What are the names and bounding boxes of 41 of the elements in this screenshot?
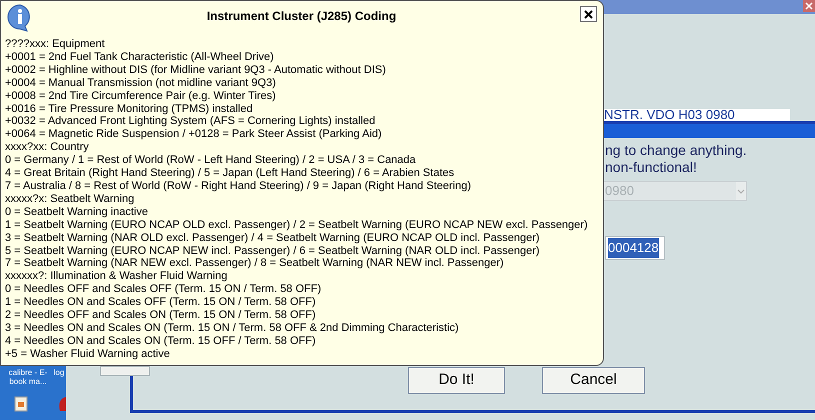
coding-line: +0002 = Highline without DIS (for Midline variant 9Q3 - Automatic without DIS) xyxy=(5,64,387,77)
window-panel xyxy=(100,366,150,376)
desktop-background xyxy=(0,366,66,420)
coding-line: 0 = Germany / 1 = Rest of World (RoW - Left Hand Steering) / 2 = USA / 3 = Canada xyxy=(5,154,417,168)
coding-line: 3 = Seatbelt Warning (NAR OLD excl. Passenger) / 4 = Seatbelt Warning (EURO NCAP OLD incl. Passenger) xyxy=(5,232,541,244)
coding-line: 4 = Great Britain (Right Hand Steering) / 5 = Japan (Left Hand Steering) / 6 = Arabien States xyxy=(5,167,456,180)
info-icon xyxy=(7,4,33,32)
coding-line: xxxxxx?: Illumination & Washer Fluid Warning xyxy=(5,270,228,284)
desktop-icon-label[interactable]: log xyxy=(52,368,66,386)
coding-line: +0001 = 2nd Fuel Tank Characteristic (All-Wheel Drive) xyxy=(5,50,275,64)
document-icon[interactable] xyxy=(14,396,28,412)
coding-line: +0032 = Advanced Front Lighting System (AFS = Cornering Lights) installed xyxy=(5,115,376,128)
coding-line: xxxxx?x: Seatbelt Warning xyxy=(5,192,136,206)
coding-line: 5 = Seatbelt Warning (EURO NCAP NEW incl. Passenger) / 6 = Seatbelt Warning (NAR OLD incl. Passenger) xyxy=(5,244,541,258)
coding-line: 7 = Seatbelt Warning (NAR NEW excl. Passenger) / 8 = Seatbelt Warning (NAR NEW incl. Passenger) xyxy=(5,257,505,270)
coding-line: 4 = Needles ON and Scales ON (Term. 15 OFF / Term. 58 OFF) xyxy=(5,334,317,348)
cancel-button[interactable]: Cancel xyxy=(542,367,645,394)
coding-line: +0064 = Magnetic Ride Suspension / +0128 = Park Steer Assist (Parking Aid) xyxy=(5,128,383,142)
coding-line: ????xxx: Equipment xyxy=(5,38,106,51)
close-icon xyxy=(584,10,593,18)
coding-line: 0 = Seatbelt Warning inactive xyxy=(5,206,149,219)
coding-field[interactable]: 0004128 xyxy=(605,236,665,260)
close-button[interactable] xyxy=(580,6,597,22)
do-it-button[interactable]: Do It! xyxy=(408,367,505,394)
chevron-down-icon xyxy=(736,182,746,200)
coding-line: 7 = Australia / 8 = Rest of World (RoW - Right Hand Steering) / 9 = Japan (Right Hand Steering) xyxy=(5,180,472,193)
coding-line: +0004 = Manual Transmission (not midline variant 9Q3) xyxy=(5,76,277,90)
coding-line: +0016 = Tire Pressure Monitoring (TPMS) installed xyxy=(5,102,254,116)
popup-title: Instrument Cluster (J285) Coding xyxy=(206,8,398,25)
coding-line: 2 = Needles OFF and Scales ON (Term. 15 ON / Term. 58 OFF) xyxy=(5,309,317,322)
coding-line: 0 = Needles OFF and Scales OFF (Term. 15 ON / Term. 58 OFF) xyxy=(5,283,322,296)
coding-line: 1 = Needles ON and Scales OFF (Term. 15 ON / Term. 58 OFF) xyxy=(5,296,317,310)
warning-text: ng to change anything. xyxy=(605,142,747,159)
coding-line: +5 = Washer Fluid Warning active xyxy=(5,348,171,361)
coding-line: 1 = Seatbelt Warning (EURO NCAP OLD excl. Passenger) / 2 = Seatbelt Warning (EURO NCAP NEW excl. Passenger) xyxy=(5,218,589,232)
coding-line: xxxx?xx: Country xyxy=(5,141,90,154)
coding-line: 3 = Needles ON and Scales ON (Term. 15 ON / Term. 58 OFF & 2nd Dimming Characteristic) xyxy=(5,322,460,335)
coding-line: +0008 = 2nd Tire Circumference Pair (e.g. Winter Tires) xyxy=(5,90,277,103)
desktop-icon-label[interactable]: calibre - E-book ma... xyxy=(8,368,48,386)
close-icon xyxy=(805,2,813,10)
warning-text: non-functional! xyxy=(605,159,698,176)
